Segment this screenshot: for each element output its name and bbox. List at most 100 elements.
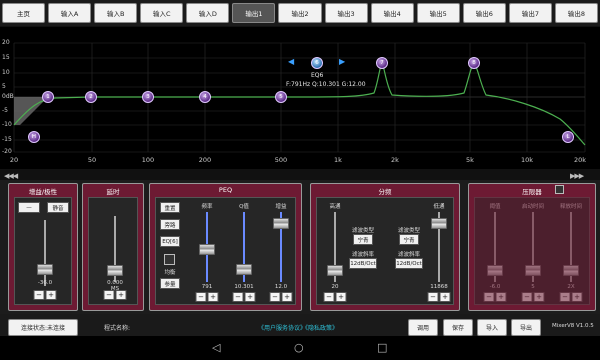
connection-status-button[interactable]: 连接状态:未连接 bbox=[8, 319, 78, 336]
eq-node-highpass[interactable]: H bbox=[28, 131, 40, 143]
gain-slider-knob[interactable] bbox=[37, 264, 53, 275]
phase-button[interactable]: — bbox=[18, 202, 40, 213]
peq-q-decrement-button[interactable]: − bbox=[232, 292, 244, 302]
program-name-label: 程式名称: bbox=[104, 325, 131, 332]
recents-icon[interactable]: □ bbox=[377, 341, 387, 354]
control-panels: 增益/极性 — 静音 -36.0 − + 延时 0.000 MS − + PEQ bbox=[0, 180, 600, 314]
tab-output-1[interactable]: 输出1 bbox=[232, 3, 276, 23]
hp-filter-type-button[interactable]: 宁青 bbox=[353, 234, 373, 245]
peq-freq-decrement-button[interactable]: − bbox=[195, 292, 207, 302]
peq-gain-decrement-button[interactable]: − bbox=[269, 292, 281, 302]
eq-node-8[interactable]: 8 bbox=[468, 57, 480, 69]
peq-bypass-button[interactable]: 旁路 bbox=[160, 219, 180, 230]
lowpass-label: 低通 bbox=[433, 204, 445, 210]
tab-output-6[interactable]: 输出6 bbox=[462, 3, 506, 23]
eq-node-2[interactable]: 2 bbox=[85, 91, 97, 103]
hp-filter-slope-button[interactable]: 12dB/Oct bbox=[349, 258, 377, 269]
tab-input-b[interactable]: 输入B bbox=[94, 3, 138, 23]
compressor-threshold-slider-knob[interactable] bbox=[487, 265, 503, 276]
eq-node-1[interactable]: 1 bbox=[42, 91, 54, 103]
eq-node-7[interactable]: 7 bbox=[376, 57, 388, 69]
eq-node-4[interactable]: 4 bbox=[199, 91, 211, 103]
compressor-release-slider-knob[interactable] bbox=[563, 265, 579, 276]
highpass-decrement-button[interactable]: − bbox=[323, 292, 335, 302]
tab-input-c[interactable]: 输入C bbox=[140, 3, 184, 23]
peq-freq-stepper: − + bbox=[195, 292, 219, 302]
peq-band-button[interactable]: EQ[6] bbox=[160, 236, 180, 247]
compressor-attack-decrement-button[interactable]: − bbox=[521, 292, 533, 302]
peq-parametric-button[interactable]: 参量 bbox=[160, 278, 180, 289]
compressor-release-value: 2X bbox=[567, 284, 575, 290]
tab-output-5[interactable]: 输出5 bbox=[416, 3, 460, 23]
y-label-minus10: -10 bbox=[2, 121, 12, 128]
highpass-slider-knob[interactable] bbox=[327, 265, 343, 276]
peq-reset-button[interactable]: 重置 bbox=[160, 202, 180, 213]
lp-filter-type-label: 滤波类型 bbox=[397, 228, 421, 234]
next-band-arrow-icon[interactable]: ▶ bbox=[339, 57, 345, 66]
tab-output-3[interactable]: 输出3 bbox=[324, 3, 368, 23]
delay-decrement-button[interactable]: − bbox=[103, 290, 115, 300]
tab-output-2[interactable]: 输出2 bbox=[278, 3, 322, 23]
delay-slider-knob[interactable] bbox=[107, 265, 123, 276]
recall-button[interactable]: 调用 bbox=[408, 319, 438, 336]
crossover-title: 分频 bbox=[378, 188, 392, 196]
home-icon[interactable]: ○ bbox=[294, 341, 304, 354]
eq-node-6-selected[interactable]: 6 bbox=[311, 57, 323, 69]
eq-graph[interactable]: 20 15 10 5 0dB -5 -10 -15 -20 20 50 100 … bbox=[0, 27, 600, 169]
privacy-policy-link[interactable]: 《隐私政策》 bbox=[302, 323, 338, 332]
mixer-app: { "tabs": ["主页","输入A","输入B","输入C","输入D",… bbox=[0, 0, 600, 360]
y-label-0db: 0dB bbox=[2, 93, 14, 100]
compressor-attack-increment-button[interactable]: + bbox=[533, 292, 545, 302]
peq-gain-slider-knob[interactable] bbox=[273, 218, 289, 229]
peq-q-label: Q值 bbox=[239, 204, 249, 210]
lowpass-decrement-button[interactable]: − bbox=[427, 292, 439, 302]
peq-gain-increment-button[interactable]: + bbox=[281, 292, 293, 302]
tab-input-a[interactable]: 输入A bbox=[48, 3, 92, 23]
peq-q-value: 10.301 bbox=[234, 284, 254, 290]
compressor-release-increment-button[interactable]: + bbox=[571, 292, 583, 302]
gain-decrement-button[interactable]: − bbox=[33, 290, 45, 300]
highpass-increment-button[interactable]: + bbox=[335, 292, 347, 302]
compressor-attack-slider-knob[interactable] bbox=[525, 265, 541, 276]
save-button[interactable]: 保存 bbox=[443, 319, 473, 336]
user-agreement-link[interactable]: 《用户服务协议》 bbox=[258, 323, 306, 332]
y-label-minus5: -5 bbox=[2, 107, 8, 114]
lowpass-slider-knob[interactable] bbox=[431, 218, 447, 229]
back-icon[interactable]: ◁ bbox=[212, 341, 220, 354]
delay-panel: 延时 0.000 MS − + bbox=[82, 183, 144, 311]
delay-increment-button[interactable]: + bbox=[115, 290, 127, 300]
export-button[interactable]: 导出 bbox=[511, 319, 541, 336]
peq-q-slider-knob[interactable] bbox=[236, 264, 252, 275]
tab-output-4[interactable]: 输出4 bbox=[370, 3, 414, 23]
compressor-enable-checkbox[interactable] bbox=[555, 185, 564, 194]
prev-band-arrow-icon[interactable]: ◀ bbox=[288, 57, 294, 66]
tab-output-7[interactable]: 输出7 bbox=[508, 3, 552, 23]
peq-mode-checkbox[interactable] bbox=[164, 254, 175, 265]
gain-increment-button[interactable]: + bbox=[45, 290, 57, 300]
lowpass-stepper: − + bbox=[427, 292, 451, 302]
compressor-release-decrement-button[interactable]: − bbox=[559, 292, 571, 302]
peq-q-increment-button[interactable]: + bbox=[244, 292, 256, 302]
eq-node-lowpass[interactable]: L bbox=[562, 131, 574, 143]
scroll-left-chevrons-icon[interactable]: ◀◀◀ bbox=[4, 172, 18, 180]
peq-freq-slider-knob[interactable] bbox=[199, 244, 215, 255]
compressor-threshold-increment-button[interactable]: + bbox=[495, 292, 507, 302]
tab-input-d[interactable]: 输入D bbox=[186, 3, 230, 23]
peq-freq-increment-button[interactable]: + bbox=[207, 292, 219, 302]
compressor-threshold-decrement-button[interactable]: − bbox=[483, 292, 495, 302]
mute-button[interactable]: 静音 bbox=[47, 202, 69, 213]
import-button[interactable]: 导入 bbox=[477, 319, 507, 336]
tab-home[interactable]: 主页 bbox=[2, 3, 46, 23]
scroll-right-chevrons-icon[interactable]: ▶▶▶ bbox=[570, 172, 584, 180]
lp-filter-type-button[interactable]: 宁青 bbox=[399, 234, 419, 245]
peq-title: PEQ bbox=[218, 186, 233, 194]
peq-mode-label: 均衡 bbox=[164, 270, 176, 276]
gain-slider-track[interactable] bbox=[44, 220, 46, 286]
x-label-5k: 5k bbox=[466, 156, 474, 164]
lowpass-increment-button[interactable]: + bbox=[439, 292, 451, 302]
gain-value: -36.0 bbox=[37, 280, 53, 286]
eq-node-3[interactable]: 3 bbox=[142, 91, 154, 103]
eq-node-5[interactable]: 5 bbox=[275, 91, 287, 103]
lp-filter-slope-button[interactable]: 12dB/Oct bbox=[395, 258, 423, 269]
tab-output-8[interactable]: 输出8 bbox=[554, 3, 599, 23]
